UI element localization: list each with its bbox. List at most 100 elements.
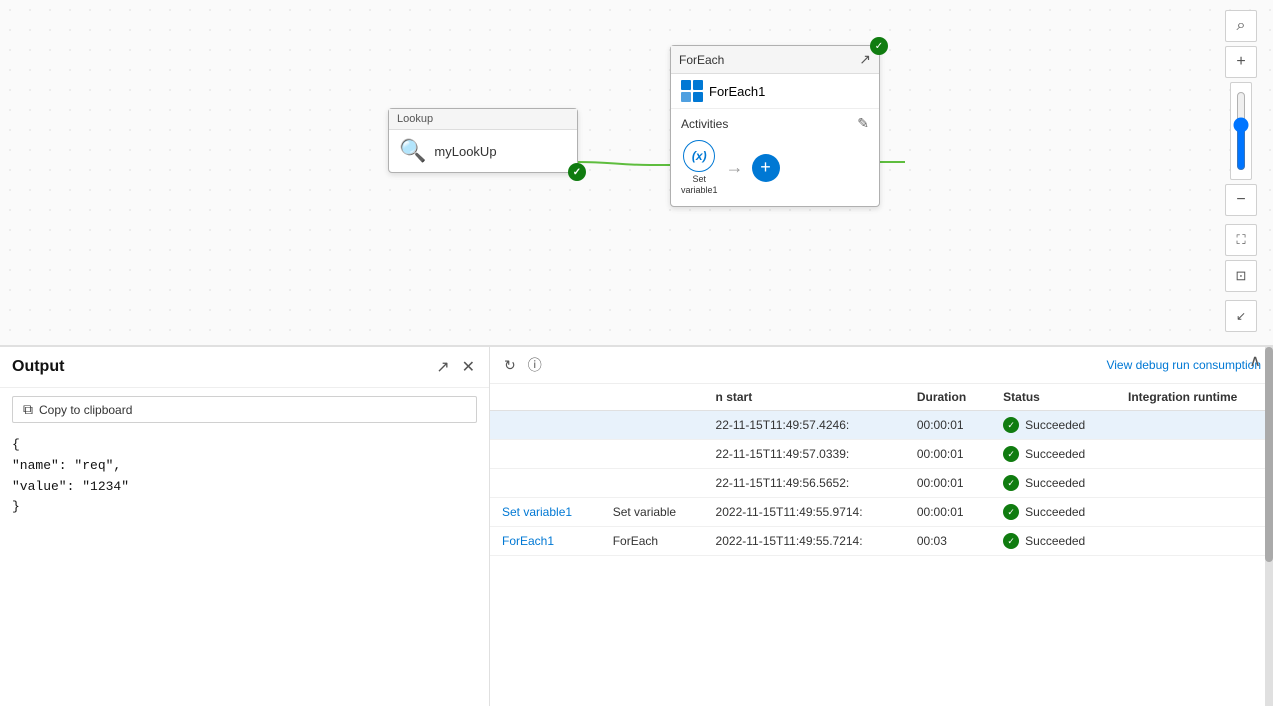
- collapse-button[interactable]: ↙: [1225, 300, 1257, 332]
- row-type: ForEach: [601, 527, 704, 556]
- add-activity-button[interactable]: +: [752, 154, 780, 182]
- activity-name-link[interactable]: Set variable1: [502, 505, 572, 519]
- row-status: ✓ Succeeded: [991, 527, 1116, 556]
- row-run-start: 22-11-15T11:49:56.5652:: [704, 469, 905, 498]
- row-type: [601, 469, 704, 498]
- fit-screen-button[interactable]: ⛶: [1225, 224, 1257, 256]
- search-icon: ⌕: [1237, 17, 1246, 35]
- output-content: { "name": "req", "value": "1234" }: [0, 431, 489, 706]
- output-header: Output ↗ ✕: [0, 347, 489, 388]
- arrow-right-icon: →: [726, 157, 744, 178]
- row-runtime: [1116, 440, 1273, 469]
- col-type: [601, 384, 704, 411]
- row-status: ✓ Succeeded: [991, 469, 1116, 498]
- zoom-out-icon: −: [1236, 191, 1245, 209]
- activities-label: Activities: [681, 117, 728, 131]
- lookup-success-badge: ✓: [568, 163, 586, 181]
- collapse-icon: ↙: [1236, 309, 1246, 323]
- refresh-button[interactable]: ↻: [502, 355, 518, 376]
- foreach-grid-icon: [681, 80, 703, 102]
- copy-to-clipboard-button[interactable]: ⧉ Copy to clipboard: [12, 396, 477, 423]
- col-status: Status: [991, 384, 1116, 411]
- row-duration: 00:00:01: [905, 498, 991, 527]
- pipeline-canvas[interactable]: Lookup 🔍 myLookUp ✓ ForEach ↗ ForEach1: [0, 0, 1273, 346]
- row-runtime: [1116, 411, 1273, 440]
- output-line-4: }: [12, 497, 477, 518]
- table-row[interactable]: 22-11-15T11:49:57.0339: 00:00:01 ✓ Succe…: [490, 440, 1273, 469]
- row-run-start: 2022-11-15T11:49:55.9714:: [704, 498, 905, 527]
- scrollbar-thumb[interactable]: [1265, 347, 1273, 562]
- row-name: [490, 411, 601, 440]
- foreach-title-row: ForEach1: [671, 74, 879, 109]
- run-table: n start Duration Status Integration runt…: [490, 384, 1273, 556]
- table-row[interactable]: 22-11-15T11:49:56.5652: 00:00:01 ✓ Succe…: [490, 469, 1273, 498]
- col-duration: Duration: [905, 384, 991, 411]
- table-row[interactable]: Set variable1 Set variable 2022-11-15T11…: [490, 498, 1273, 527]
- status-success-icon: ✓: [1003, 475, 1019, 491]
- row-run-start: 22-11-15T11:49:57.0339:: [704, 440, 905, 469]
- set-variable-label: Setvariable1: [681, 174, 718, 196]
- fit-all-icon: ⊡: [1236, 268, 1247, 284]
- foreach-node[interactable]: ForEach ↗ ForEach1 Activities ✎: [670, 45, 880, 207]
- expand-icon[interactable]: ↗: [859, 51, 871, 68]
- edit-activities-icon[interactable]: ✎: [857, 115, 869, 132]
- output-line-2: "name": "req",: [12, 456, 477, 477]
- status-success-icon: ✓: [1003, 417, 1019, 433]
- canvas-toolbar: ⌕ + − ⛶ ⊡ ↙: [1225, 10, 1257, 332]
- run-details-toolbar: ↻ ⓘ View debug run consumption: [490, 347, 1273, 384]
- foreach-activities: Activities ✎ (x) Setvariable1 → +: [671, 109, 879, 206]
- activity-name-link[interactable]: ForEach1: [502, 534, 554, 548]
- zoom-slider[interactable]: [1231, 91, 1251, 171]
- status-success-icon: ✓: [1003, 504, 1019, 520]
- row-name: Set variable1: [490, 498, 601, 527]
- lookup-node[interactable]: Lookup 🔍 myLookUp ✓: [388, 108, 578, 173]
- view-debug-link[interactable]: View debug run consumption: [1106, 358, 1261, 372]
- row-duration: 00:00:01: [905, 440, 991, 469]
- table-row[interactable]: 22-11-15T11:49:57.4246: 00:00:01 ✓ Succe…: [490, 411, 1273, 440]
- row-type: [601, 440, 704, 469]
- row-name: ForEach1: [490, 527, 601, 556]
- info-button[interactable]: ⓘ: [526, 353, 544, 377]
- fit-all-button[interactable]: ⊡: [1225, 260, 1257, 292]
- run-details-panel: ↻ ⓘ View debug run consumption n start D…: [490, 347, 1273, 706]
- output-header-actions: ↗ ✕: [434, 355, 477, 379]
- run-table-body: 22-11-15T11:49:57.4246: 00:00:01 ✓ Succe…: [490, 411, 1273, 556]
- row-duration: 00:03: [905, 527, 991, 556]
- bottom-panel: ∧ Output ↗ ✕ ⧉ Copy to clipboard { "name…: [0, 346, 1273, 706]
- row-runtime: [1116, 527, 1273, 556]
- run-details-actions: ↻ ⓘ: [502, 353, 544, 377]
- row-name: [490, 440, 601, 469]
- lookup-icon: 🔍: [399, 138, 426, 164]
- row-name: [490, 469, 601, 498]
- lookup-node-header: Lookup: [389, 109, 577, 130]
- status-success-icon: ✓: [1003, 446, 1019, 462]
- zoom-in-button[interactable]: +: [1225, 46, 1257, 78]
- row-duration: 00:00:01: [905, 411, 991, 440]
- zoom-out-button[interactable]: −: [1225, 184, 1257, 216]
- output-title: Output: [12, 358, 64, 376]
- output-line-3: "value": "1234": [12, 477, 477, 498]
- search-button[interactable]: ⌕: [1225, 10, 1257, 42]
- foreach-header-title: ForEach: [679, 53, 724, 67]
- row-status: ✓ Succeeded: [991, 411, 1116, 440]
- table-row[interactable]: ForEach1 ForEach 2022-11-15T11:49:55.721…: [490, 527, 1273, 556]
- run-table-container[interactable]: n start Duration Status Integration runt…: [490, 384, 1273, 706]
- panel-collapse-button[interactable]: ∧: [1249, 351, 1261, 371]
- row-status: ✓ Succeeded: [991, 498, 1116, 527]
- col-run-start: n start: [704, 384, 905, 411]
- lookup-node-label: myLookUp: [434, 144, 496, 159]
- copy-icon: ⧉: [23, 401, 33, 418]
- right-scrollbar[interactable]: [1265, 347, 1273, 706]
- set-variable-icon: (x): [683, 140, 715, 172]
- col-name: [490, 384, 601, 411]
- close-output-button[interactable]: ✕: [460, 355, 477, 379]
- set-variable-node[interactable]: (x) Setvariable1: [681, 140, 718, 196]
- col-runtime: Integration runtime: [1116, 384, 1273, 411]
- row-runtime: [1116, 469, 1273, 498]
- output-panel: Output ↗ ✕ ⧉ Copy to clipboard { "name":…: [0, 347, 490, 706]
- expand-output-button[interactable]: ↗: [434, 355, 451, 379]
- row-runtime: [1116, 498, 1273, 527]
- run-table-header: n start Duration Status Integration runt…: [490, 384, 1273, 411]
- zoom-slider-container: [1230, 82, 1252, 180]
- fit-screen-icon: ⛶: [1236, 232, 1245, 248]
